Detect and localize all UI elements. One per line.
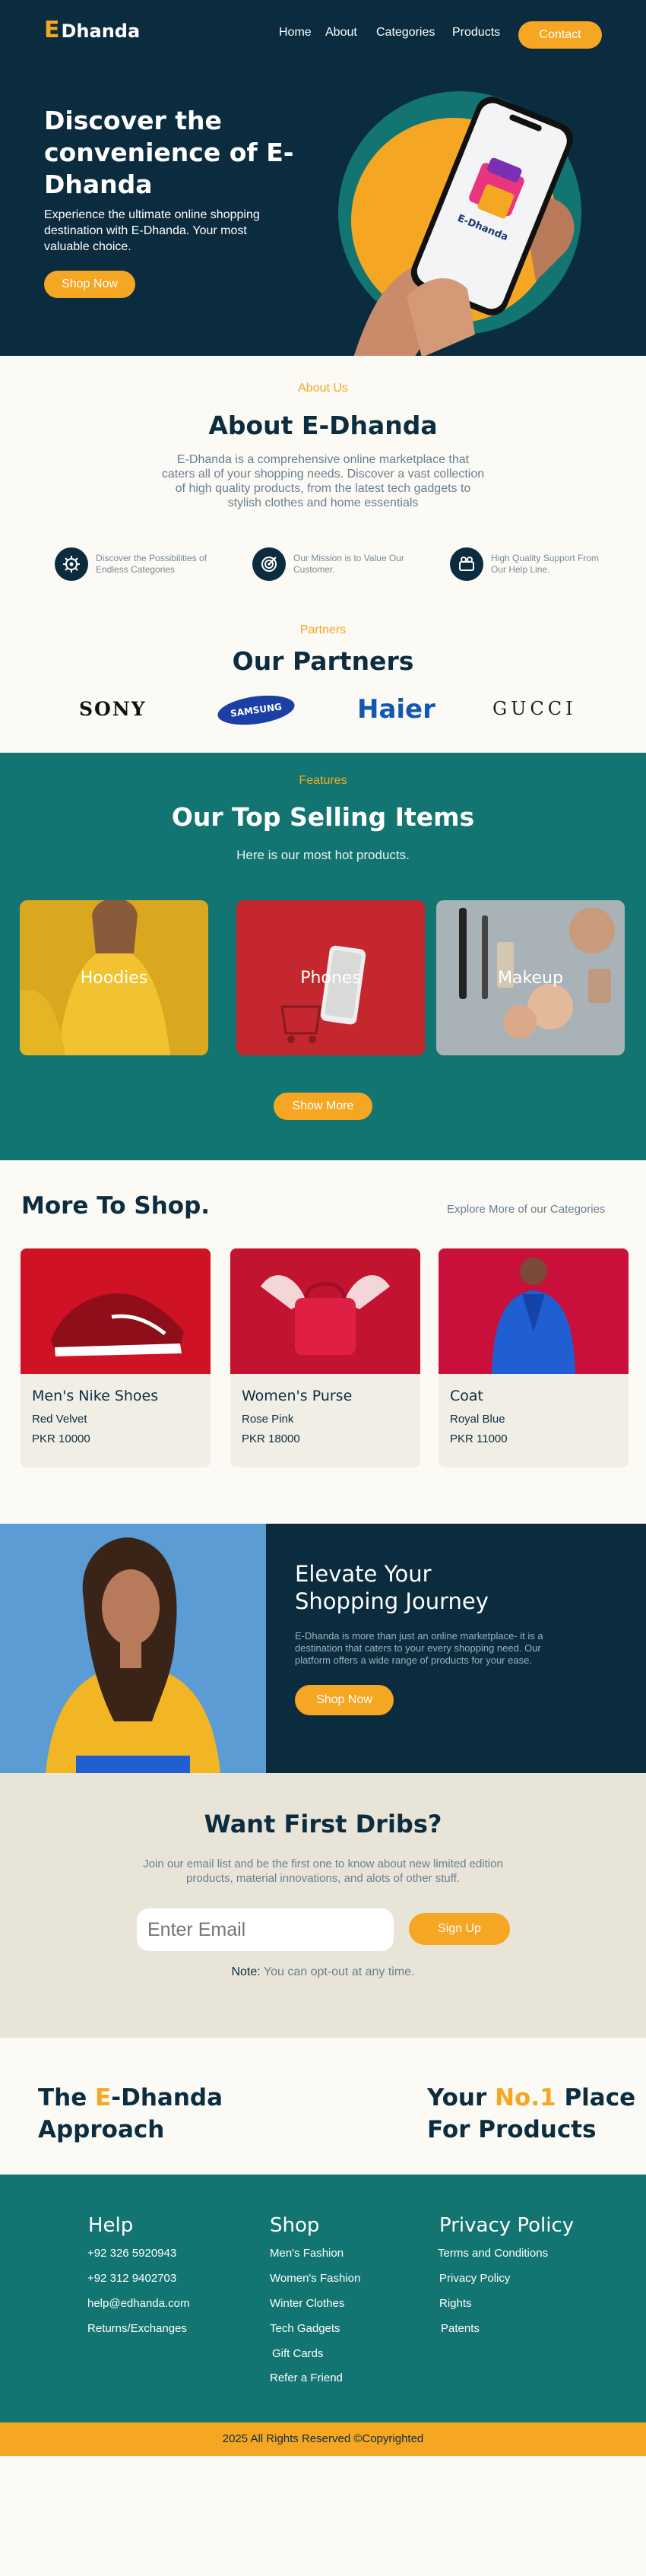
footer-link-gift-cards[interactable]: Gift Cards xyxy=(272,2347,324,2360)
footer-shop-title: Shop xyxy=(270,2214,320,2237)
footer-link-tech[interactable]: Tech Gadgets xyxy=(270,2322,340,2335)
nav-products[interactable]: Products xyxy=(452,26,500,40)
approach-left-pre: The xyxy=(38,2084,96,2111)
about-feature-text: High Quality Support From Our Help Line. xyxy=(491,553,600,575)
footer-link-refer[interactable]: Refer a Friend xyxy=(270,2371,343,2384)
about-feature-mission: Our Mission is to Value Our Customer. xyxy=(252,547,407,581)
explore-categories-link[interactable]: Explore More of our Categories xyxy=(447,1203,605,1216)
footer-email[interactable]: help@edhanda.com xyxy=(87,2297,190,2310)
product-image xyxy=(439,1248,629,1374)
nav-about[interactable]: About xyxy=(325,26,357,40)
product-image xyxy=(21,1248,211,1374)
support-icon xyxy=(450,547,483,581)
hero-shop-now-button[interactable]: Shop Now xyxy=(44,271,135,298)
footer-link-winter[interactable]: Winter Clothes xyxy=(270,2297,344,2310)
hero-phone-illustration: E-Dhanda xyxy=(338,91,581,356)
partner-logo-samsung: SAMSUNG xyxy=(215,691,297,729)
show-more-button[interactable]: Show More xyxy=(274,1093,372,1120)
email-input[interactable] xyxy=(137,1908,394,1951)
partner-logo-sony: SONY xyxy=(79,698,147,720)
approach-left-heading: The E-Dhanda Approach xyxy=(38,2082,223,2146)
approach-right-pre: Your xyxy=(427,2084,496,2111)
product-price: PKR 10000 xyxy=(32,1432,90,1445)
features-subtitle: Here is our most hot products. xyxy=(236,848,410,862)
footer-link-privacy[interactable]: Privacy Policy xyxy=(439,2272,510,2285)
product-name: Men's Nike Shoes xyxy=(32,1388,159,1404)
note-label: Note: xyxy=(231,1965,261,1978)
more-to-shop-title: More To Shop. xyxy=(21,1192,211,1220)
approach-right-heading: Your No.1 Place For Products xyxy=(427,2082,635,2146)
gear-icon xyxy=(55,547,88,581)
newsletter-note: Note: You can opt-out at any time. xyxy=(0,1965,646,1979)
elevate-title: Elevate Your Shopping Journey xyxy=(295,1561,489,1614)
product-card-purse[interactable]: Women's Purse Rose Pink PKR 18000 xyxy=(230,1248,420,1467)
elevate-text: E-Dhanda is more than just an online mar… xyxy=(295,1630,543,1666)
product-variant: Rose Pink xyxy=(242,1413,294,1426)
features-kicker: Features xyxy=(299,774,347,787)
approach-right-line2: For Products xyxy=(427,2116,597,2143)
category-label: Hoodies xyxy=(80,968,148,988)
about-feature-support: High Quality Support From Our Help Line. xyxy=(450,547,605,581)
product-card-coat[interactable]: Coat Royal Blue PKR 11000 xyxy=(439,1248,629,1467)
hero-section: E-Dhanda E Dhanda Home About Categories … xyxy=(0,0,646,356)
footer-link-mens[interactable]: Men's Fashion xyxy=(270,2247,344,2260)
features-title: Our Top Selling Items xyxy=(171,802,475,832)
approach-left-post: -Dhanda xyxy=(111,2084,223,2111)
partners-title: Our Partners xyxy=(232,646,414,676)
category-card-makeup[interactable]: Makeup xyxy=(436,900,625,1055)
approach-left-accent: E xyxy=(95,2084,112,2111)
category-card-hoodies[interactable]: Hoodies xyxy=(20,900,208,1055)
hero-title: Discover the convenience of E-Dhanda xyxy=(44,106,294,199)
about-feature-text: Our Mission is to Value Our Customer. xyxy=(293,553,404,575)
footer-link-terms[interactable]: Terms and Conditions xyxy=(438,2247,548,2260)
category-label: Phones xyxy=(300,968,361,988)
approach-left-line2: Approach xyxy=(38,2116,165,2143)
product-price: PKR 11000 xyxy=(450,1432,508,1445)
footer-phone-1[interactable]: +92 326 5920943 xyxy=(87,2247,176,2260)
product-variant: Red Velvet xyxy=(32,1413,87,1426)
about-text: E-Dhanda is a comprehensive online marke… xyxy=(161,453,485,509)
product-price: PKR 18000 xyxy=(242,1432,300,1445)
partners-kicker: Partners xyxy=(299,623,347,636)
footer-phone-2[interactable]: +92 312 9402703 xyxy=(87,2272,176,2285)
contact-button[interactable]: Contact xyxy=(518,21,602,49)
elevate-shop-now-button[interactable]: Shop Now xyxy=(295,1685,394,1715)
about-feature-categories: Discover the Possibilities of Endless Ca… xyxy=(55,547,210,581)
about-title: About E-Dhanda xyxy=(208,411,438,440)
about-feature-text: Discover the Possibilities of Endless Ca… xyxy=(96,553,207,575)
samsung-text: SAMSUNG xyxy=(230,701,283,719)
copyright-bar: 2025 All Rights Reserved ©Copyrighted xyxy=(0,2422,646,2456)
footer-policy-title: Privacy Policy xyxy=(439,2214,575,2237)
footer-help-title: Help xyxy=(88,2214,134,2237)
logo-letter: E xyxy=(44,17,60,43)
footer-link-rights[interactable]: Rights xyxy=(439,2297,472,2310)
note-text: You can opt-out at any time. xyxy=(263,1965,415,1978)
hero-subtitle: Experience the ultimate online shopping … xyxy=(44,208,260,253)
logo[interactable]: E Dhanda xyxy=(44,17,140,43)
footer-returns[interactable]: Returns/Exchanges xyxy=(87,2322,187,2335)
product-name: Women's Purse xyxy=(242,1388,353,1404)
category-card-phones[interactable]: Phones xyxy=(236,900,425,1055)
product-image xyxy=(230,1248,420,1374)
sign-up-button[interactable]: Sign Up xyxy=(409,1913,510,1945)
product-name: Coat xyxy=(450,1388,483,1404)
footer-link-womens[interactable]: Women's Fashion xyxy=(270,2272,360,2285)
newsletter-text: Join our email list and be the first one… xyxy=(143,1857,503,1885)
nav-home[interactable]: Home xyxy=(279,26,312,40)
model-image xyxy=(0,1524,266,1773)
category-label: Makeup xyxy=(498,968,563,988)
target-icon xyxy=(252,547,286,581)
nav-categories[interactable]: Categories xyxy=(376,26,435,40)
approach-right-post: Place xyxy=(556,2084,636,2111)
product-card-shoes[interactable]: Men's Nike Shoes Red Velvet PKR 10000 xyxy=(21,1248,211,1467)
partner-logo-gucci: GUCCI xyxy=(492,698,577,719)
logo-name: Dhanda xyxy=(61,21,141,42)
approach-right-accent: No.1 xyxy=(495,2084,556,2111)
footer-link-patents[interactable]: Patents xyxy=(441,2322,480,2335)
about-kicker: About Us xyxy=(298,382,348,395)
product-variant: Royal Blue xyxy=(450,1413,505,1426)
partner-logo-haier: Haier xyxy=(357,694,435,725)
newsletter-title: Want First Dribs? xyxy=(204,1810,442,1838)
